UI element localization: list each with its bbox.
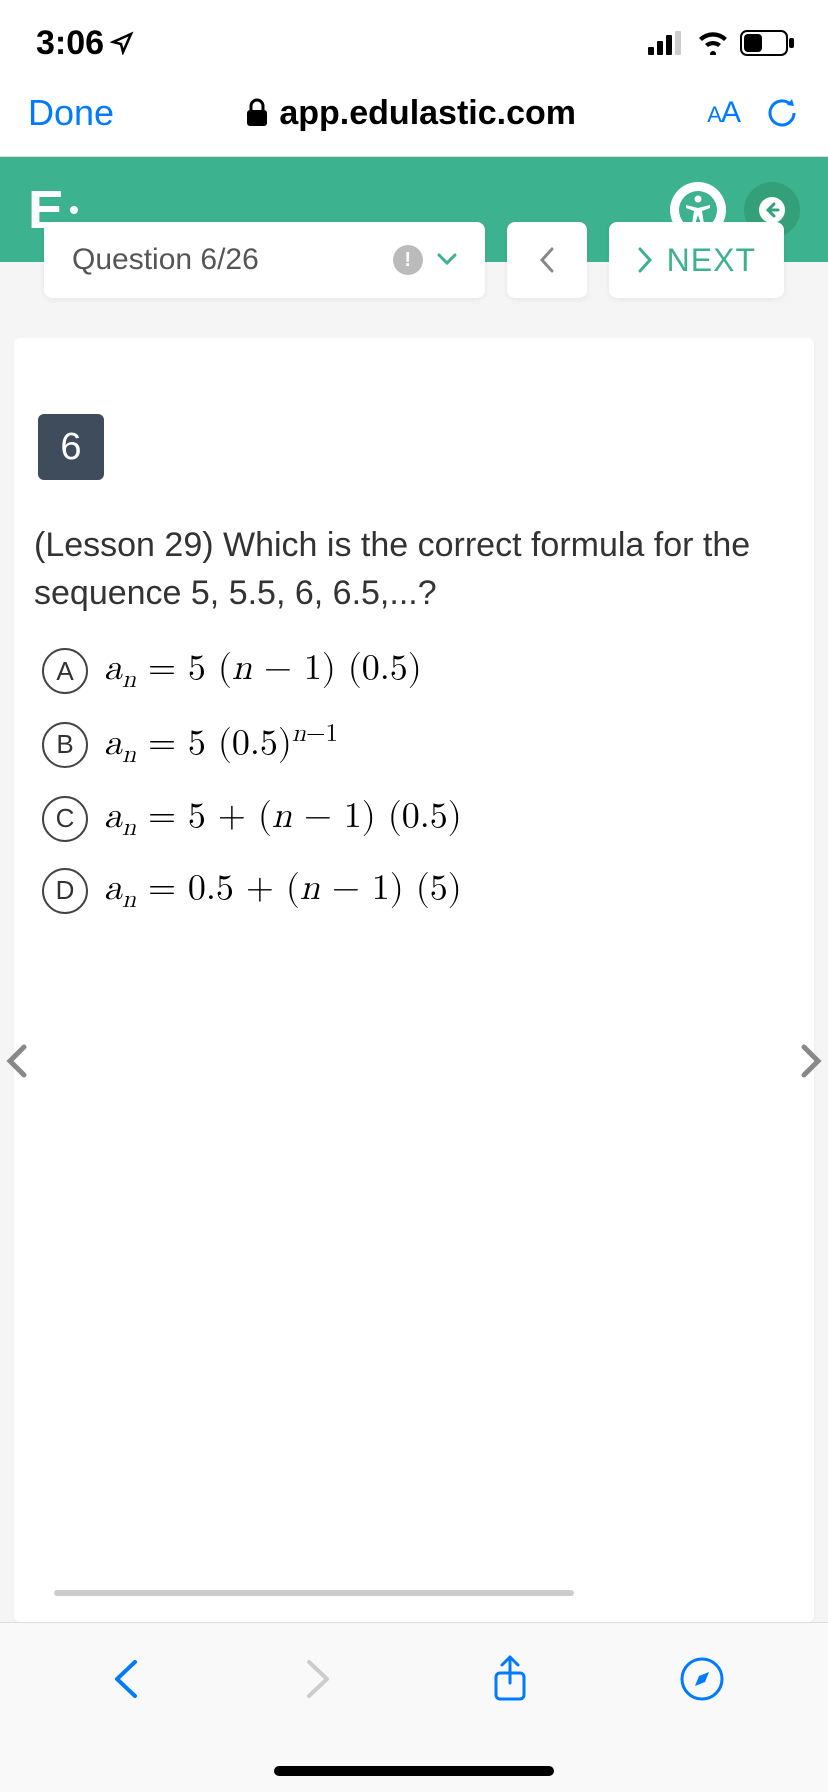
chevron-left-icon [6, 1043, 28, 1079]
compass-icon [679, 1656, 725, 1702]
option-d[interactable]: D an = 0.5 + (n − 1) (5) [34, 855, 794, 927]
option-letter: D [42, 868, 88, 914]
question-number-badge: 6 [38, 414, 104, 480]
prev-button[interactable] [507, 222, 587, 298]
wifi-icon [696, 31, 730, 55]
option-a[interactable]: A an = 5 (n − 1) (0.5) [34, 635, 794, 707]
signal-icon [648, 31, 686, 55]
chevron-left-icon [113, 1658, 139, 1700]
question-selector[interactable]: Question 6/26 ! [44, 222, 485, 298]
chevron-right-icon [800, 1043, 822, 1079]
home-indicator[interactable] [274, 1766, 554, 1776]
option-formula: an = 5 (0.5)n−1 [104, 719, 338, 770]
question-counter: Question 6/26 [72, 243, 259, 277]
lock-icon [245, 98, 269, 128]
browser-forward-button [290, 1651, 346, 1707]
carousel-prev-button[interactable] [6, 1040, 28, 1090]
url-display[interactable]: app.edulastic.com [245, 94, 576, 133]
battery-icon [740, 30, 796, 56]
safari-compass-button[interactable] [674, 1651, 730, 1707]
back-arrow-icon [758, 196, 786, 224]
share-icon [490, 1655, 530, 1703]
option-formula: an = 5 + (n − 1) (0.5) [104, 795, 462, 843]
chevron-right-icon [305, 1658, 331, 1700]
alert-icon: ! [393, 245, 423, 275]
option-formula: an = 5 (n − 1) (0.5) [104, 647, 422, 695]
question-card: 6 (Lesson 29) Which is the correct formu… [14, 338, 814, 1622]
option-letter: B [42, 722, 88, 768]
content-area: Question 6/26 ! NEXT 6 (Lesson 29) Which… [0, 260, 828, 1622]
location-icon [110, 31, 134, 55]
next-button[interactable]: NEXT [609, 222, 784, 298]
browser-back-button[interactable] [98, 1651, 154, 1707]
text-size-button[interactable]: AAAA [707, 96, 740, 130]
ios-status-bar: 3:06 [0, 0, 828, 80]
carousel-next-button[interactable] [800, 1040, 822, 1090]
status-time: 3:06 [36, 24, 134, 63]
option-letter: A [42, 648, 88, 694]
option-c[interactable]: C an = 5 + (n − 1) (0.5) [34, 783, 794, 855]
browser-bar: Done app.edulastic.com AAAA [0, 80, 828, 157]
share-button[interactable] [482, 1651, 538, 1707]
horizontal-scrollbar[interactable] [54, 1590, 574, 1596]
option-formula: an = 0.5 + (n − 1) (5) [104, 867, 462, 915]
question-text: (Lesson 29) Which is the correct formula… [34, 522, 794, 617]
chevron-left-icon [539, 247, 555, 273]
chevron-right-icon [637, 247, 653, 273]
refresh-icon[interactable] [764, 95, 800, 131]
option-b[interactable]: B an = 5 (0.5)n−1 [34, 707, 794, 782]
option-letter: C [42, 796, 88, 842]
status-icons [648, 30, 796, 56]
done-button[interactable]: Done [28, 92, 114, 134]
chevron-down-icon [437, 253, 457, 267]
